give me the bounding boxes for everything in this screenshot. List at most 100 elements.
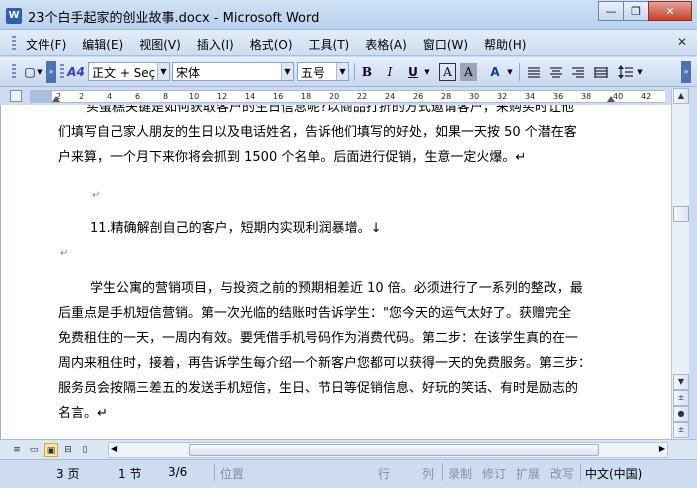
tab-selector[interactable] xyxy=(10,90,22,102)
line-spacing-dropdown-icon[interactable]: ▼ xyxy=(636,63,644,81)
scroll-left-icon[interactable]: ◀ xyxy=(111,444,117,453)
toolbar-grip-icon[interactable] xyxy=(12,64,16,80)
status-track-changes[interactable]: 修订 xyxy=(482,465,506,482)
status-section: 1 节 xyxy=(118,467,142,481)
window-title: 23个白手起家的创业故事.docx - Microsoft Word xyxy=(28,11,320,26)
menu-file[interactable]: 文件(F) xyxy=(26,36,66,53)
line-spacing-button[interactable] xyxy=(617,63,635,81)
ruler-number: 24 xyxy=(385,92,396,101)
style-dropdown-icon[interactable]: ▼ xyxy=(157,63,169,80)
document-line: 名言。↵ xyxy=(58,406,108,421)
align-justify-button[interactable] xyxy=(525,63,543,81)
underline-button[interactable]: U xyxy=(404,63,422,81)
toolbar-overflow-right-icon[interactable]: » xyxy=(681,61,691,83)
next-page-icon[interactable]: ± xyxy=(673,422,689,438)
highlight-button[interactable]: A xyxy=(484,63,506,81)
menu-insert[interactable]: 插入(I) xyxy=(197,36,234,53)
status-separator xyxy=(214,463,215,481)
font-combo[interactable]: 宋体 ▼ xyxy=(172,62,294,81)
right-indent-marker[interactable] xyxy=(607,96,615,102)
font-size-dropdown-icon[interactable]: ▼ xyxy=(336,63,348,80)
document-close-button[interactable]: ✕ xyxy=(677,35,687,49)
styles-formatting-icon[interactable]: A4 xyxy=(66,63,86,81)
menu-help[interactable]: 帮助(H) xyxy=(484,36,526,53)
font-value: 宋体 xyxy=(176,66,201,80)
title-bar: W 23个白手起家的创业故事.docx - Microsoft Word — ❐… xyxy=(0,0,697,30)
distributed-button[interactable] xyxy=(592,63,610,81)
ruler-left-margin xyxy=(30,90,52,103)
ruler-track[interactable]: 2 2 4 6 8 10 12 14 16 18 20 22 24 26 28 … xyxy=(52,90,665,103)
italic-button[interactable]: I xyxy=(381,63,399,81)
status-extend[interactable]: 扩展 xyxy=(516,465,540,482)
document-line: 户来算，一个月下来你将会抓到 1500 个名单。后面进行促销，生意一定火爆。↵ xyxy=(58,150,527,165)
align-center-button[interactable] xyxy=(547,63,565,81)
web-layout-view-icon[interactable]: ▭ xyxy=(27,443,41,457)
status-page[interactable]: 3 页 xyxy=(56,465,79,482)
ruler-number: 32 xyxy=(497,92,508,101)
toolbar-separator xyxy=(354,63,355,81)
ruler-number: 4 xyxy=(107,92,113,101)
toolbar-overflow-icon[interactable]: » xyxy=(46,61,56,83)
menu-edit[interactable]: 编辑(E) xyxy=(82,36,123,53)
word-app-icon[interactable]: W xyxy=(6,8,22,24)
horizontal-scroll-thumb[interactable] xyxy=(189,444,599,456)
document-text[interactable]: 买蛋糕关键是如何获取客户的生日信息呢?以商品打折的方式邀请客户，来购买时让他 们… xyxy=(58,105,618,426)
previous-page-icon[interactable]: ± xyxy=(673,390,689,406)
scroll-down-icon[interactable]: ▼ xyxy=(673,374,689,390)
style-combo[interactable]: 正文 + Seç ▼ xyxy=(88,62,170,81)
status-bar: 3 页 1 节 3/6 位置 行 列 录制 修订 扩展 改写 中文(中国) xyxy=(0,459,697,488)
close-button[interactable]: ✕ xyxy=(648,1,692,21)
font-size-combo[interactable]: 五号 ▼ xyxy=(297,62,349,81)
print-layout-view-icon[interactable]: ▣ xyxy=(44,443,58,457)
ruler-number: 2 xyxy=(79,92,85,101)
highlight-dropdown-icon[interactable]: ▼ xyxy=(506,63,514,81)
vertical-scrollbar[interactable]: ▲ ▼ ± ● ± xyxy=(671,88,689,439)
status-separator xyxy=(580,463,581,481)
menu-table[interactable]: 表格(A) xyxy=(365,36,407,53)
font-dropdown-icon[interactable]: ▼ xyxy=(281,63,293,80)
ruler-number: 30 xyxy=(469,92,480,101)
menu-format[interactable]: 格式(O) xyxy=(250,36,293,53)
status-overtype[interactable]: 改写 xyxy=(550,465,574,482)
bold-button[interactable]: B xyxy=(358,63,376,81)
document-line: 后重点是手机短信营销。第一次光临的结账时告诉学生："您今天的运气太好了。获赠完全 xyxy=(58,306,571,321)
menu-window[interactable]: 窗口(W) xyxy=(423,36,468,53)
menu-tools[interactable]: 工具(T) xyxy=(309,36,350,53)
document-area[interactable]: 买蛋糕关键是如何获取客户的生日信息呢?以商品打折的方式邀请客户，来购买时让他 们… xyxy=(0,105,671,439)
menu-grip-icon[interactable] xyxy=(12,36,16,50)
highlight-icon: A xyxy=(490,65,500,79)
ruler-number: 36 xyxy=(553,92,564,101)
ruler-number: 10 xyxy=(189,92,200,101)
ruler-number: 14 xyxy=(245,92,256,101)
toolbar-separator xyxy=(519,63,520,81)
paragraph-mark: ↵ xyxy=(60,248,69,259)
character-border-button[interactable]: A xyxy=(439,63,456,81)
status-page-of: 3/6 xyxy=(168,465,188,479)
character-shading-button[interactable]: A xyxy=(460,63,477,81)
style-value: 正文 + Seç xyxy=(92,66,156,80)
horizontal-scrollbar[interactable]: ◀ ▶ xyxy=(108,442,668,458)
line-spacing-icon xyxy=(618,65,633,79)
underline-dropdown-icon[interactable]: ▼ xyxy=(423,63,431,81)
status-position: 位置 xyxy=(220,467,245,481)
status-line: 行 xyxy=(378,467,391,481)
new-dropdown-icon[interactable]: ▼ xyxy=(36,63,44,81)
scroll-up-icon[interactable]: ▲ xyxy=(673,88,689,104)
status-record[interactable]: 录制 xyxy=(448,465,472,482)
normal-view-icon[interactable]: ≡ xyxy=(10,443,24,457)
minimize-button[interactable]: — xyxy=(598,1,624,21)
toolbar2-grip-icon[interactable] xyxy=(60,64,64,80)
left-indent-marker[interactable] xyxy=(52,96,60,102)
vertical-scroll-thumb[interactable] xyxy=(673,206,689,222)
status-separator xyxy=(442,463,443,481)
horizontal-ruler[interactable]: 2 2 4 6 8 10 12 14 16 18 20 22 24 26 28 … xyxy=(0,88,697,105)
document-line: 11.精确解剖自己的客户，短期内实现利润暴增。↓ xyxy=(90,221,382,236)
scroll-right-icon[interactable]: ▶ xyxy=(659,444,665,453)
menu-view[interactable]: 视图(V) xyxy=(139,36,181,53)
status-language[interactable]: 中文(中国) xyxy=(585,465,642,482)
restore-button[interactable]: ❐ xyxy=(623,1,649,21)
select-browse-object-icon[interactable]: ● xyxy=(673,406,689,422)
reading-layout-view-icon[interactable]: ▯ xyxy=(78,443,92,457)
outline-view-icon[interactable]: ⊟ xyxy=(61,443,75,457)
align-right-button[interactable] xyxy=(569,63,587,81)
